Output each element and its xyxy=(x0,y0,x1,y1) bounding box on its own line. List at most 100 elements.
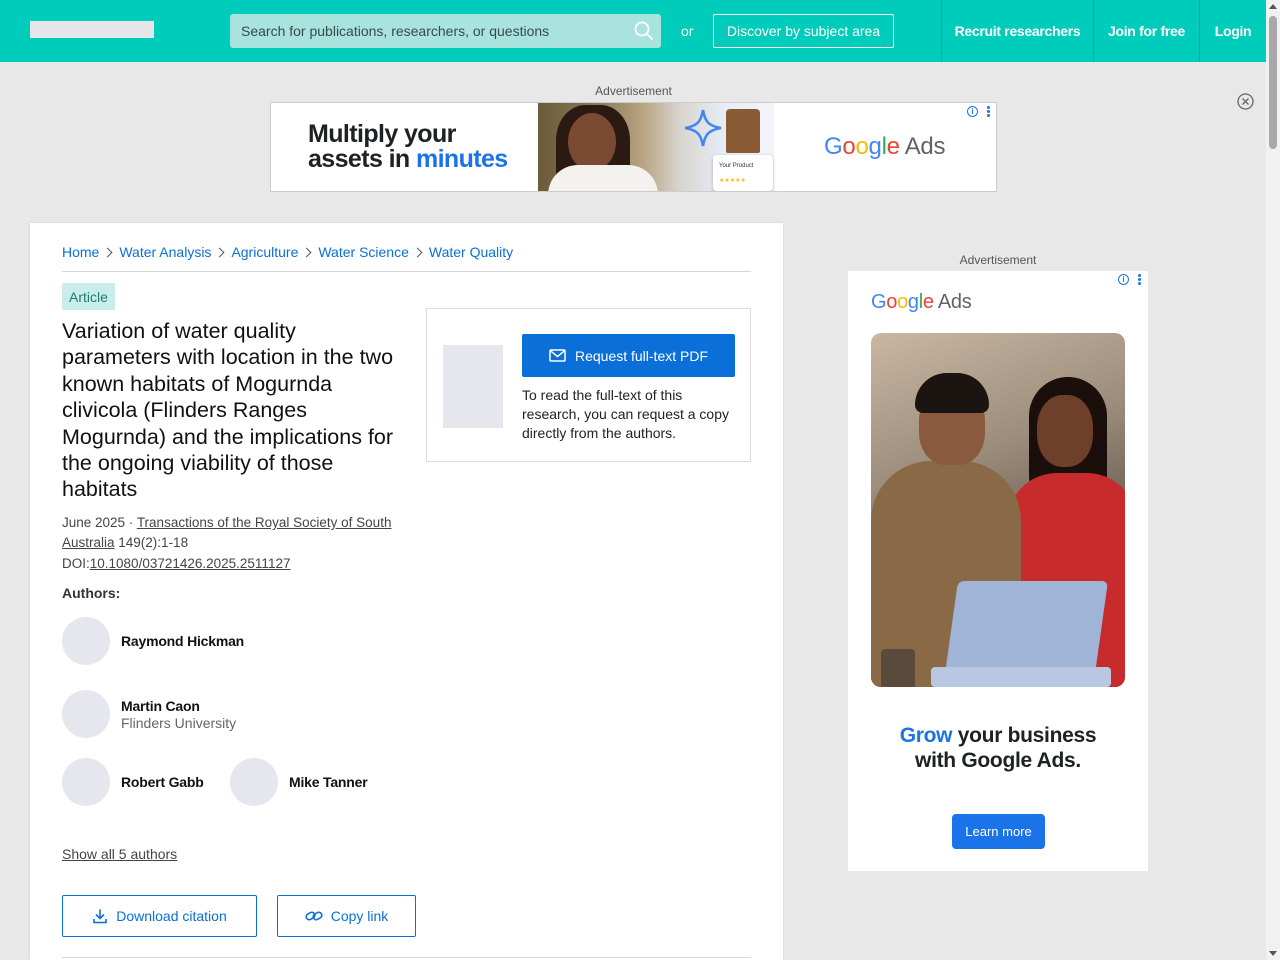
author-info: Mike Tanner xyxy=(289,774,368,790)
logo-letter: e xyxy=(922,291,934,313)
divider xyxy=(62,957,751,958)
avatar[interactable] xyxy=(62,758,110,806)
avatar[interactable] xyxy=(62,690,110,738)
show-all-authors-link[interactable]: Show all 5 authors xyxy=(62,846,177,862)
ad-headline-text: assets in xyxy=(308,145,416,173)
avatar[interactable] xyxy=(230,758,278,806)
author-item[interactable]: Martin Caon Flinders University xyxy=(62,690,236,738)
author-name[interactable]: Robert Gabb xyxy=(121,774,204,790)
ad-photo-laptop xyxy=(943,581,1109,681)
logo-word: Ads xyxy=(933,291,972,313)
ad-headline: Multiply your assets in minutes xyxy=(308,122,508,172)
ad-photo xyxy=(871,333,1125,687)
top-banner-ad[interactable]: Multiply your assets in minutes Your Pro… xyxy=(270,102,997,192)
ad-headline-line2: with Google Ads. xyxy=(915,749,1081,772)
top-navigation-bar: or Discover by subject area Recruit rese… xyxy=(0,0,1266,62)
scroll-down-arrow-icon[interactable] xyxy=(1269,951,1277,956)
or-text: or xyxy=(681,23,694,39)
side-banner-ad[interactable]: Google Ads i Grow your business with Goo… xyxy=(848,271,1148,871)
google-ads-logo: Google Ads xyxy=(871,291,972,314)
mail-icon xyxy=(549,349,566,362)
recruit-researchers-link[interactable]: Recruit researchers xyxy=(942,0,1093,62)
advertisement-label: Advertisement xyxy=(959,253,1037,267)
breadcrumb-water-analysis[interactable]: Water Analysis xyxy=(119,244,211,260)
request-full-text-button[interactable]: Request full-text PDF xyxy=(522,334,735,377)
scroll-thumb[interactable] xyxy=(1269,16,1277,149)
scroll-up-arrow-icon[interactable] xyxy=(1269,4,1277,9)
advertisement-label: Advertisement xyxy=(595,84,672,98)
author-name[interactable]: Martin Caon xyxy=(121,698,236,714)
author-affiliation: Flinders University xyxy=(121,714,237,731)
discover-by-subject-button[interactable]: Discover by subject area xyxy=(713,14,894,48)
adchoices-icon[interactable]: i xyxy=(1118,274,1129,285)
publication-date: June 2025 · xyxy=(62,515,137,530)
author-item[interactable]: Raymond Hickman xyxy=(62,617,244,665)
copy-link-button[interactable]: Copy link xyxy=(277,895,416,937)
ad-photo-person xyxy=(1037,395,1093,467)
author-item[interactable]: Robert Gabb xyxy=(62,758,204,806)
ad-photo-mug xyxy=(881,649,915,687)
ad-headline-accent: minutes xyxy=(415,145,508,173)
sparkle-icon xyxy=(684,109,722,147)
ad-headline-line1: Grow your business xyxy=(848,723,1148,748)
doi-line: DOI:10.1080/03721426.2025.2511127 xyxy=(62,556,290,571)
copy-link-label: Copy link xyxy=(330,908,389,924)
request-full-text-label: Request full-text PDF xyxy=(574,347,709,364)
author-info: Robert Gabb xyxy=(121,774,204,790)
author-item[interactable]: Mike Tanner xyxy=(230,758,368,806)
search-box[interactable] xyxy=(230,14,661,48)
join-for-free-link[interactable]: Join for free xyxy=(1094,0,1199,62)
doi-link[interactable]: 10.1080/03721426.2025.2511127 xyxy=(90,556,291,571)
search-input[interactable] xyxy=(230,14,625,48)
search-icon[interactable] xyxy=(633,20,655,42)
publication-card: Home Water Analysis Agriculture Water Sc… xyxy=(30,223,783,960)
article-type-badge: Article xyxy=(62,283,115,310)
request-full-text-box: Request full-text PDF To read the full-t… xyxy=(426,308,751,462)
ad-product-card-text: Your Product xyxy=(719,163,754,169)
ad-headline-text: your business xyxy=(952,724,1097,747)
breadcrumb-water-science[interactable]: Water Science xyxy=(318,244,409,260)
page-scrollbar[interactable] xyxy=(1266,0,1280,960)
logo-letter: o xyxy=(842,133,856,160)
google-ads-logo: Google Ads xyxy=(824,133,945,161)
logo-letter: G xyxy=(824,133,843,160)
chevron-right-icon xyxy=(412,247,423,257)
logo-word: Ads xyxy=(899,133,946,160)
authors-label: Authors: xyxy=(62,585,121,601)
breadcrumb-agriculture[interactable]: Agriculture xyxy=(231,244,298,260)
breadcrumb-water-quality[interactable]: Water Quality xyxy=(429,244,513,260)
request-description: To read the full-text of this research, … xyxy=(522,387,730,441)
close-ad-icon[interactable] xyxy=(1237,93,1254,110)
ad-menu-icon[interactable] xyxy=(1138,274,1142,286)
avatar[interactable] xyxy=(62,617,110,665)
ad-photo-shirt xyxy=(548,165,658,191)
link-icon xyxy=(305,911,323,921)
logo-letter: o xyxy=(886,291,898,313)
breadcrumb-home[interactable]: Home xyxy=(62,244,99,260)
login-link[interactable]: Login xyxy=(1200,0,1266,62)
publication-title: Variation of water quality parameters wi… xyxy=(62,319,394,502)
ad-menu-icon[interactable] xyxy=(987,106,991,118)
ad-photo-face xyxy=(568,113,616,171)
pdf-thumbnail xyxy=(443,345,503,428)
doi-label: DOI: xyxy=(62,556,90,571)
ad-photo-person xyxy=(915,373,989,413)
site-logo[interactable] xyxy=(30,21,154,38)
divider xyxy=(62,271,751,272)
author-name[interactable]: Mike Tanner xyxy=(289,774,368,790)
ad-product-jacket xyxy=(726,109,760,153)
chevron-right-icon xyxy=(301,247,312,257)
adchoices-icon[interactable]: i xyxy=(967,106,978,117)
download-icon xyxy=(93,909,108,924)
logo-letter: o xyxy=(897,291,908,313)
logo-letter: g xyxy=(868,133,882,160)
download-citation-label: Download citation xyxy=(116,908,227,924)
ad-headline-line1: Multiply your xyxy=(308,120,456,148)
journal-volume: 149(2):1-18 xyxy=(114,535,189,550)
author-name[interactable]: Raymond Hickman xyxy=(121,633,244,649)
download-citation-button[interactable]: Download citation xyxy=(62,895,257,937)
learn-more-button[interactable]: Learn more xyxy=(952,814,1045,849)
chevron-right-icon xyxy=(102,247,113,257)
logo-letter: g xyxy=(907,291,919,313)
ad-headline: Grow your business with Google Ads. xyxy=(848,723,1148,773)
